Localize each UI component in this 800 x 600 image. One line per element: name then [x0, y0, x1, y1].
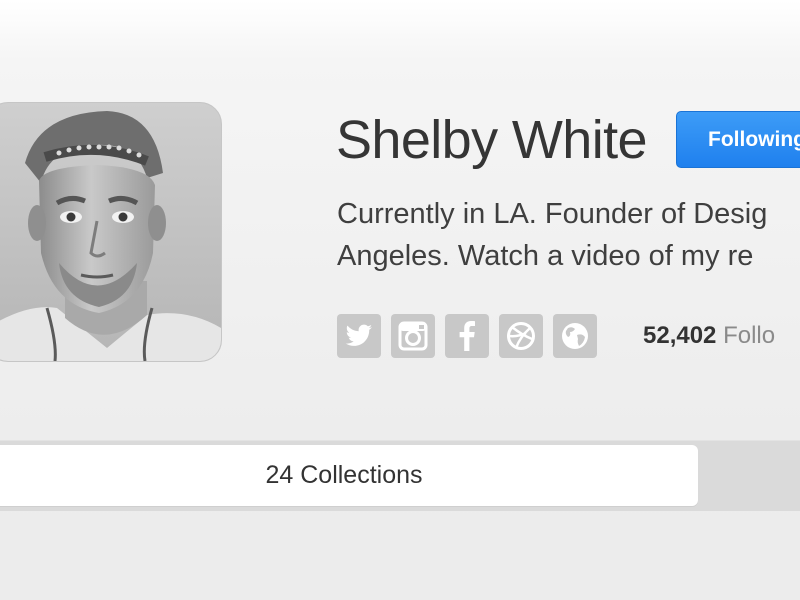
social-links	[337, 314, 597, 358]
globe-icon[interactable]	[553, 314, 597, 358]
tab-collections[interactable]: 24 Collections	[0, 445, 698, 506]
profile-avatar[interactable]	[0, 102, 222, 362]
followers-count: 52,402	[643, 322, 717, 349]
profile-name: Shelby White	[336, 110, 648, 170]
followers-stat[interactable]: 52,402 Follo	[643, 318, 775, 354]
profile-tabs-bar: 24 Collections	[0, 440, 800, 511]
avatar-photo	[0, 103, 221, 361]
instagram-icon[interactable]	[391, 314, 435, 358]
facebook-icon[interactable]	[445, 314, 489, 358]
following-button[interactable]: Following	[676, 111, 800, 168]
followers-label: Follo	[723, 322, 776, 349]
dribbble-icon[interactable]	[499, 314, 543, 358]
bio-line-2: Angeles. Watch a video of my re	[337, 240, 754, 272]
twitter-icon[interactable]	[337, 314, 381, 358]
bio-line-1: Currently in LA. Founder of Desig	[337, 198, 768, 230]
